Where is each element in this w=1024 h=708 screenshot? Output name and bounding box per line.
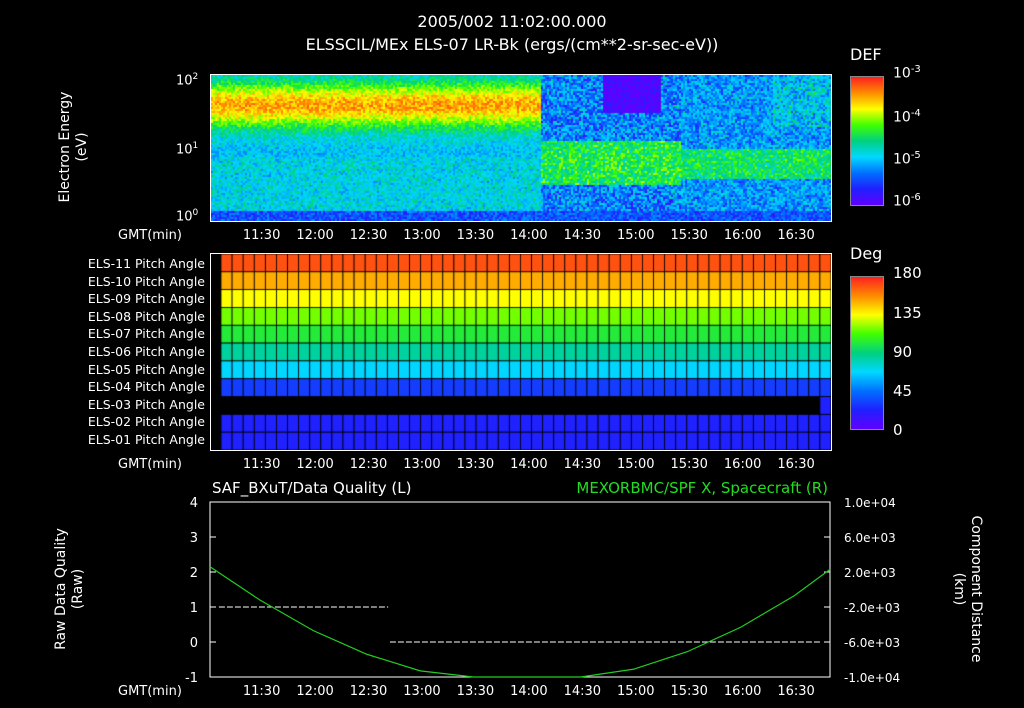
right-tick-label: 1.0e+04 bbox=[844, 496, 896, 510]
time-tick: 15:00 bbox=[617, 684, 655, 699]
time-tick: 13:30 bbox=[456, 684, 495, 699]
left-tick-label: 0 bbox=[190, 636, 198, 651]
time-tick: 13:00 bbox=[403, 684, 441, 699]
spacecraft-x-line bbox=[209, 566, 831, 678]
time-tick: 14:30 bbox=[563, 684, 602, 699]
left-tick-label: 1 bbox=[190, 601, 198, 616]
left-tick-label: 3 bbox=[190, 531, 198, 546]
right-tick-label: -1.0e+04 bbox=[844, 671, 900, 685]
time-tick: 15:30 bbox=[670, 684, 708, 699]
right-tick-label: 2.0e+03 bbox=[844, 566, 896, 580]
right-tick-label: -6.0e+03 bbox=[844, 636, 900, 650]
time-tick: 12:30 bbox=[349, 684, 388, 699]
time-tick: 14:00 bbox=[510, 684, 548, 699]
right-tick-label: 6.0e+03 bbox=[844, 531, 896, 545]
plot-frame bbox=[209, 501, 831, 678]
left-tick-label: 4 bbox=[190, 496, 198, 511]
left-tick-label: -1 bbox=[185, 671, 198, 686]
time-axis-3: 11:30 12:00 12:30 13:00 13:30 14:00 14:30 15:00… bbox=[210, 684, 830, 702]
time-tick: 11:30 bbox=[242, 684, 281, 699]
time-tick: 12:00 bbox=[296, 684, 334, 699]
left-tick-label: 2 bbox=[190, 566, 198, 581]
distance-axis-label: Component Distance (km) bbox=[951, 515, 984, 663]
quality-axis-label: Raw Data Quality (Raw) bbox=[53, 528, 86, 650]
gmt-label-3: GMT(min) bbox=[118, 684, 182, 699]
time-tick: 16:00 bbox=[723, 684, 762, 699]
line-plot: 4 3 2 1 0 -1 1.0e+04 6.0e+03 2.0e+03 -2.0e+03 -6.0… bbox=[185, 496, 900, 686]
right-tick-label: -2.0e+03 bbox=[844, 601, 900, 615]
time-tick: 16:30 bbox=[777, 684, 815, 699]
